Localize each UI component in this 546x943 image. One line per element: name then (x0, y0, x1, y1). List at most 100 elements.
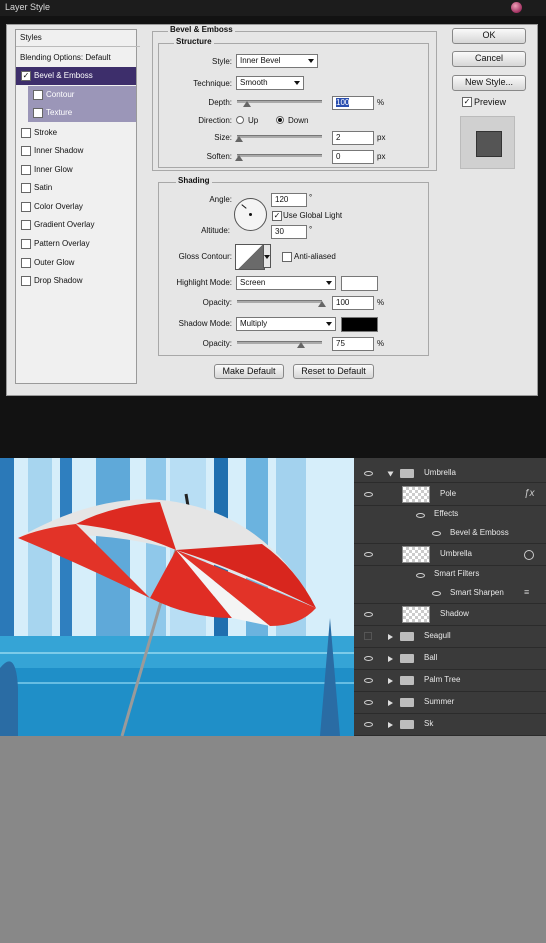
style-item[interactable]: Pattern Overlay (16, 235, 136, 253)
styles-header[interactable]: Styles (16, 30, 140, 47)
filter-options-icon[interactable]: ≡ (524, 587, 529, 597)
style-item-checkbox[interactable] (21, 165, 31, 175)
chevron-right-icon[interactable] (388, 700, 393, 706)
style-item-checkbox[interactable] (33, 108, 43, 118)
style-item-checkbox[interactable] (21, 258, 31, 268)
size-slider[interactable] (237, 135, 322, 138)
preview-checkbox[interactable]: ✓ (462, 97, 472, 107)
visibility-eye-icon[interactable] (364, 471, 373, 476)
visibility-eye-icon[interactable] (364, 612, 373, 617)
layer-row[interactable]: Bevel & Emboss (354, 524, 546, 544)
visibility-eye-icon[interactable] (364, 700, 373, 705)
gloss-contour-picker[interactable] (235, 244, 265, 270)
fx-icon[interactable]: ƒx (524, 488, 535, 499)
style-item-checkbox[interactable] (21, 276, 31, 286)
use-global-light-checkbox[interactable]: ✓ (272, 211, 282, 221)
close-icon[interactable] (511, 2, 522, 13)
make-default-button[interactable]: Make Default (214, 364, 284, 379)
depth-slider-thumb[interactable] (243, 101, 251, 107)
visibility-eye-icon[interactable] (364, 552, 373, 557)
style-item-checkbox[interactable] (21, 202, 31, 212)
direction-up-label: Up (248, 116, 259, 125)
altitude-input[interactable]: 30 (271, 225, 307, 239)
style-select[interactable]: Inner Bevel (236, 54, 318, 68)
visibility-eye-icon[interactable] (364, 632, 372, 640)
style-item-checkbox[interactable] (21, 146, 31, 156)
layer-row[interactable]: Umbrella (354, 463, 546, 483)
highlight-opacity-thumb[interactable] (318, 301, 326, 307)
style-item[interactable]: Gradient Overlay (16, 216, 136, 234)
shadow-color-swatch[interactable] (341, 317, 378, 332)
layer-row[interactable]: Summer (354, 692, 546, 714)
highlight-mode-select[interactable]: Screen (236, 276, 336, 290)
direction-up-radio[interactable] (236, 116, 244, 124)
style-item[interactable]: Drop Shadow (16, 272, 136, 290)
style-item-checkbox[interactable] (21, 183, 31, 193)
style-item-checkbox[interactable] (21, 239, 31, 249)
chevron-right-icon[interactable] (388, 678, 393, 684)
blending-options[interactable]: Blending Options: Default (16, 49, 140, 67)
style-item[interactable]: Stroke (16, 124, 136, 142)
visibility-eye-icon[interactable] (364, 678, 373, 683)
style-item-checkbox[interactable] (21, 220, 31, 230)
soften-slider-thumb[interactable] (235, 155, 243, 161)
highlight-color-swatch[interactable] (341, 276, 378, 291)
angle-input[interactable]: 120 (271, 193, 307, 207)
shadow-opacity-input[interactable]: 75 (332, 337, 374, 351)
style-item[interactable]: Outer Glow (16, 254, 136, 272)
style-item-label: Stroke (34, 128, 58, 137)
visibility-eye-icon[interactable] (432, 591, 441, 596)
reset-default-button[interactable]: Reset to Default (293, 364, 374, 379)
style-item[interactable]: Inner Glow (16, 161, 136, 179)
layer-row[interactable]: Smart Filters (354, 566, 546, 584)
soften-slider[interactable] (237, 154, 322, 157)
layer-row[interactable]: Umbrella (354, 544, 546, 566)
style-item[interactable]: Color Overlay (16, 198, 136, 216)
depth-input[interactable]: 100 (332, 96, 374, 110)
chevron-right-icon[interactable] (388, 634, 393, 640)
style-item[interactable]: Contour (28, 86, 136, 104)
shadow-opacity-slider[interactable] (237, 341, 322, 344)
angle-dial[interactable] (234, 198, 267, 231)
visibility-eye-icon[interactable] (364, 656, 373, 661)
layer-row[interactable]: Effects (354, 506, 546, 524)
style-item-checkbox[interactable]: ✓ (21, 71, 31, 81)
layer-row[interactable]: Sk (354, 714, 546, 736)
gloss-contour-dropdown[interactable] (263, 244, 271, 268)
size-slider-thumb[interactable] (235, 136, 243, 142)
visibility-eye-icon[interactable] (364, 722, 373, 727)
visibility-eye-icon[interactable] (432, 531, 441, 536)
layer-row[interactable]: Palm Tree (354, 670, 546, 692)
visibility-eye-icon[interactable] (364, 492, 373, 497)
shadow-mode-select[interactable]: Multiply (236, 317, 336, 331)
style-item-checkbox[interactable] (21, 128, 31, 138)
chevron-right-icon[interactable] (388, 722, 393, 728)
chevron-down-icon[interactable] (387, 471, 394, 477)
visibility-eye-icon[interactable] (416, 573, 425, 578)
style-item[interactable]: Inner Shadow (16, 142, 136, 160)
new-style-button[interactable]: New Style... (452, 75, 526, 91)
layer-row[interactable]: Ball (354, 648, 546, 670)
ok-button[interactable]: OK (452, 28, 526, 44)
direction-down-radio[interactable] (276, 116, 284, 124)
layer-row[interactable]: Shadow (354, 604, 546, 626)
layer-row[interactable]: ≡ Smart Sharpen (354, 584, 546, 604)
folder-icon (400, 720, 414, 729)
highlight-opacity-slider[interactable] (237, 300, 322, 303)
shadow-opacity-thumb[interactable] (297, 342, 305, 348)
technique-select[interactable]: Smooth (236, 76, 304, 90)
soften-input[interactable]: 0 (332, 150, 374, 164)
layer-row[interactable]: Seagull (354, 626, 546, 648)
style-item[interactable]: Texture (28, 104, 136, 122)
layer-row[interactable]: ƒx Pole (354, 484, 546, 506)
highlight-opacity-input[interactable]: 100 (332, 296, 374, 310)
cancel-button[interactable]: Cancel (452, 51, 526, 67)
style-item[interactable]: ✓ Bevel & Emboss (16, 67, 136, 85)
anti-aliased-checkbox[interactable] (282, 252, 292, 262)
style-item[interactable]: Satin (16, 179, 136, 197)
visibility-eye-icon[interactable] (416, 513, 425, 518)
style-item-checkbox[interactable] (33, 90, 43, 100)
shadow-mode-label: Shadow Mode: (178, 319, 232, 328)
chevron-right-icon[interactable] (388, 656, 393, 662)
size-input[interactable]: 2 (332, 131, 374, 145)
